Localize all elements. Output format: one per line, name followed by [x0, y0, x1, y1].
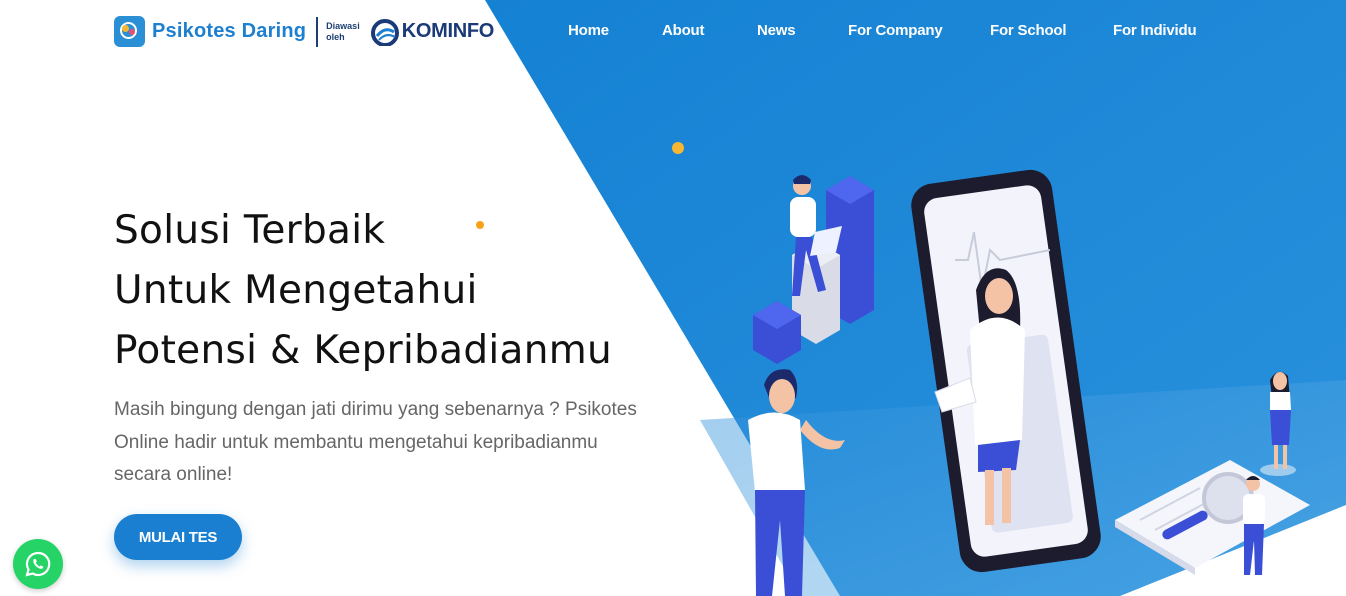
whatsapp-chat-button[interactable] [13, 539, 63, 589]
hero-description: Masih bingung dengan jati dirimu yang se… [114, 394, 674, 492]
hero-title-line-3: Potensi & Kepribadianmu [114, 328, 613, 373]
start-test-button[interactable]: MULAI TES [114, 514, 242, 560]
hero-description-line-1: Masih bingung dengan jati dirimu yang se… [114, 399, 637, 420]
hero-title: Solusi Terbaik Untuk Mengetahui Potensi … [114, 201, 674, 381]
woman-standing-illustration [1270, 371, 1291, 469]
hero-description-line-2: Online hadir untuk membantu mengetahui k… [114, 431, 598, 453]
document-magnifier-illustration [1115, 460, 1310, 575]
hero-description-line-3: secara online! [114, 464, 233, 485]
hero-title-line-2: Untuk Mengetahui [114, 268, 478, 313]
phone-illustration [911, 169, 1101, 573]
whatsapp-icon [25, 551, 51, 577]
hero-title-line-1: Solusi Terbaik [114, 208, 386, 253]
accent-dot [672, 142, 684, 154]
man-standing-illustration [748, 369, 845, 596]
